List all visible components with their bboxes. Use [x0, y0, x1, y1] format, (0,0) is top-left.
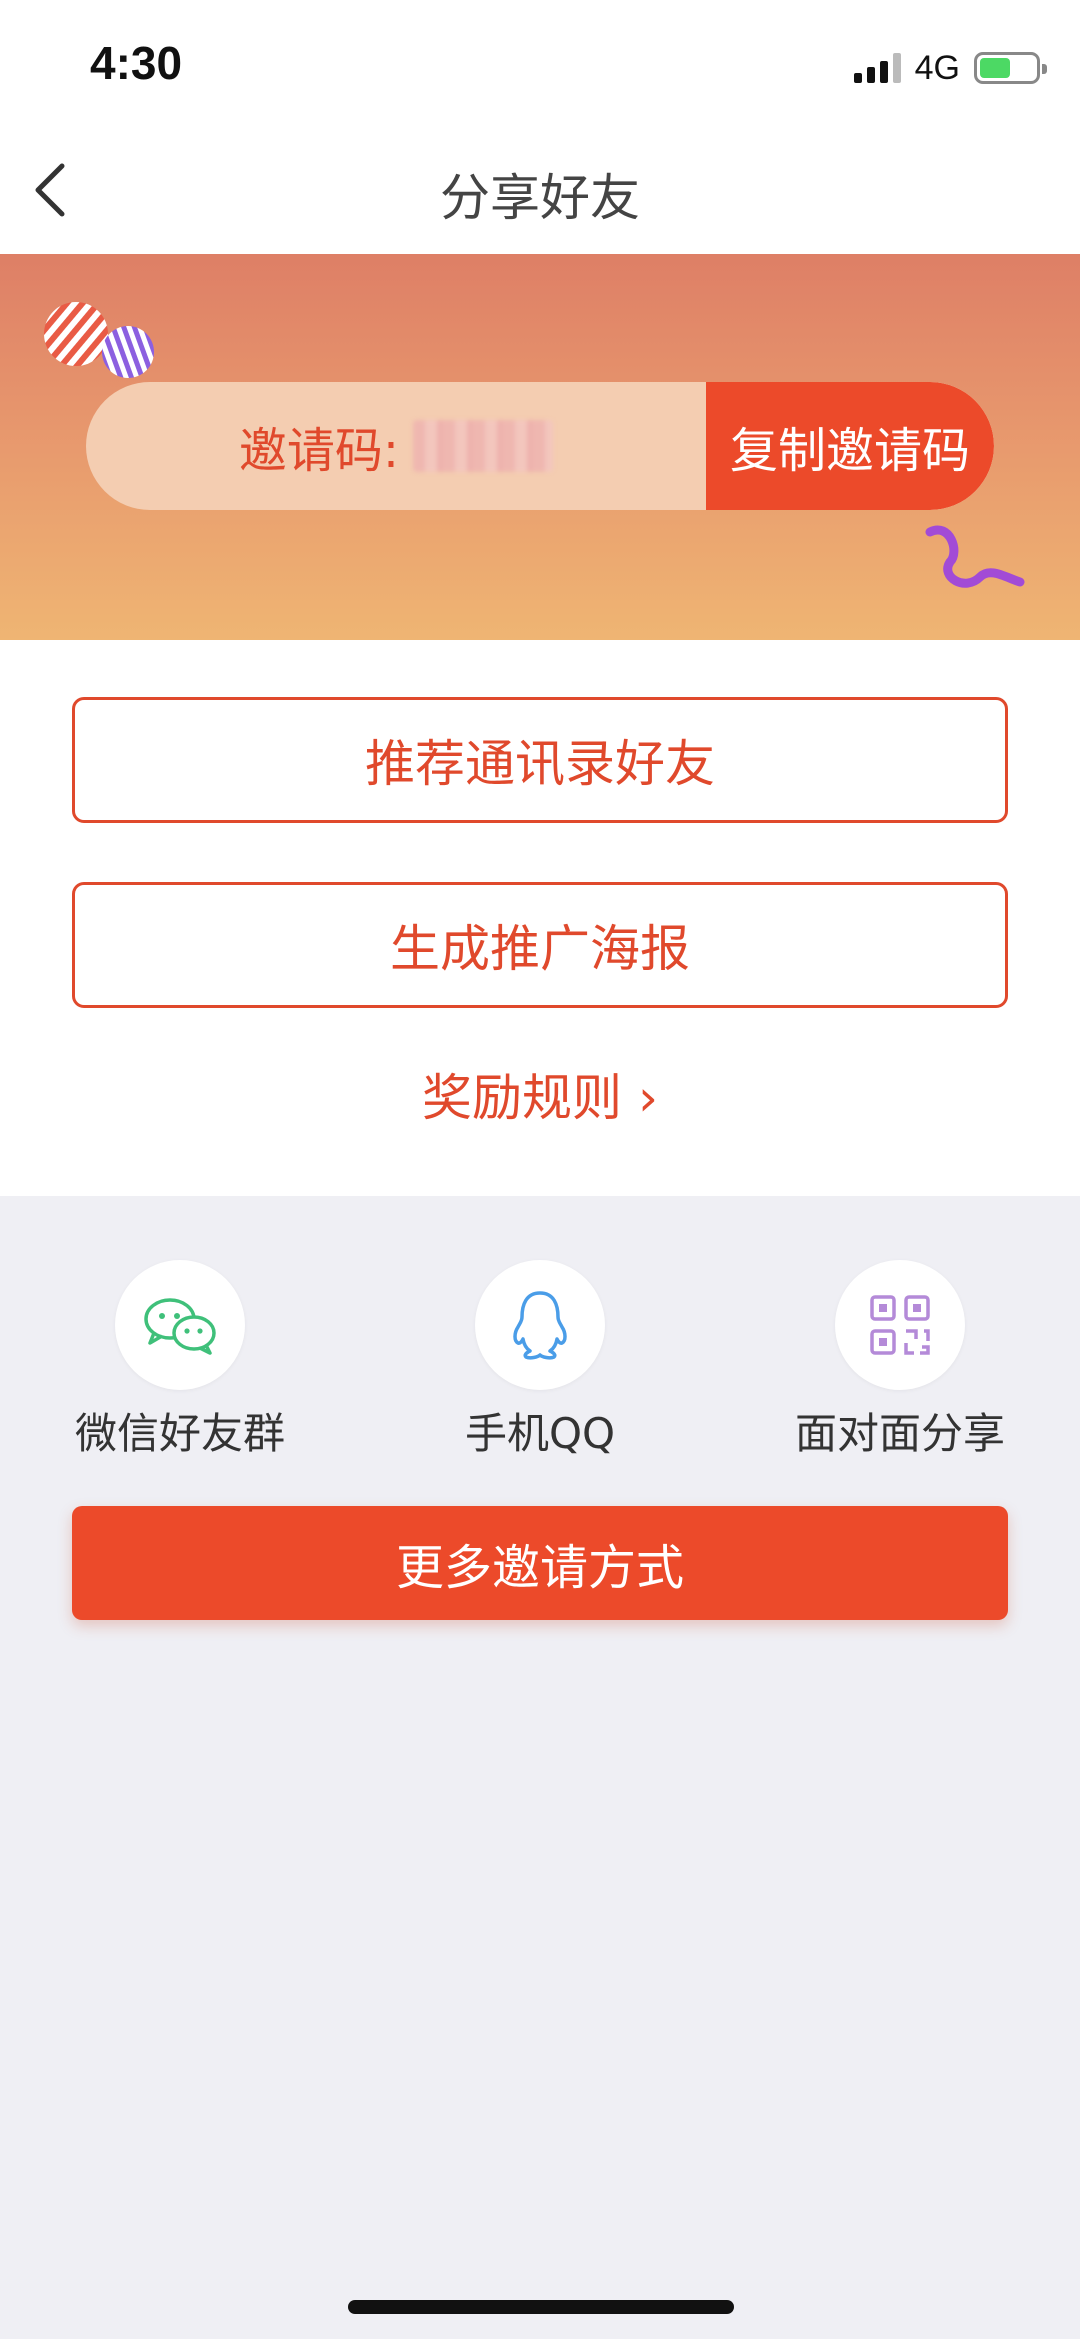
share-wechat-button[interactable]: 微信好友群 — [30, 1260, 330, 1461]
share-qq-label: 手机QQ — [464, 1409, 616, 1458]
page-title: 分享好友 — [440, 169, 640, 227]
share-qq-button[interactable]: 手机QQ — [390, 1260, 690, 1461]
status-time: 4:30 — [90, 37, 183, 89]
copy-invite-code-button[interactable]: 复制邀请码 — [706, 382, 994, 510]
invite-code-label: 邀请码: — [238, 423, 400, 479]
qq-icon — [513, 1291, 567, 1360]
share-options: 微信好友群 手机QQ 面对面分享 — [0, 1260, 1080, 1460]
invite-code-pill: 邀请码: 复制邀请码 — [86, 382, 994, 510]
ribbon-decoration-icon — [925, 525, 1025, 588]
network-label: 4G — [914, 48, 960, 87]
invite-banner: 邀请码: 复制邀请码 — [0, 254, 1080, 640]
status-indicators: 4G — [853, 48, 1047, 88]
qrcode-icon — [870, 1295, 930, 1355]
signal-icon — [853, 53, 901, 83]
more-invite-methods-button[interactable]: 更多邀请方式 — [72, 1506, 1008, 1620]
share-face-to-face-label: 面对面分享 — [794, 1409, 1005, 1458]
candy-decoration-icon — [44, 302, 154, 378]
reward-rules-link[interactable]: 奖励规则 › — [0, 1058, 1080, 1130]
home-indicator[interactable] — [348, 2300, 734, 2314]
status-bar: 4:30 4G — [0, 0, 1080, 130]
invite-code-value — [413, 420, 554, 472]
share-wechat-circle — [115, 1260, 245, 1390]
actions-section: 推荐通讯录好友 生成推广海报 奖励规则 › — [0, 640, 1080, 1196]
invite-code-display: 邀请码: — [86, 382, 706, 510]
battery-icon — [974, 52, 1047, 84]
wechat-icon — [144, 1298, 216, 1355]
share-wechat-label: 微信好友群 — [74, 1409, 285, 1458]
generate-poster-button[interactable]: 生成推广海报 — [72, 882, 1008, 1008]
share-face-to-face-button[interactable]: 面对面分享 — [750, 1260, 1050, 1461]
recommend-contacts-button[interactable]: 推荐通讯录好友 — [72, 697, 1008, 823]
share-qq-circle — [475, 1260, 605, 1390]
nav-bar: 分享好友 — [0, 130, 1080, 254]
share-face-to-face-circle — [835, 1260, 965, 1390]
